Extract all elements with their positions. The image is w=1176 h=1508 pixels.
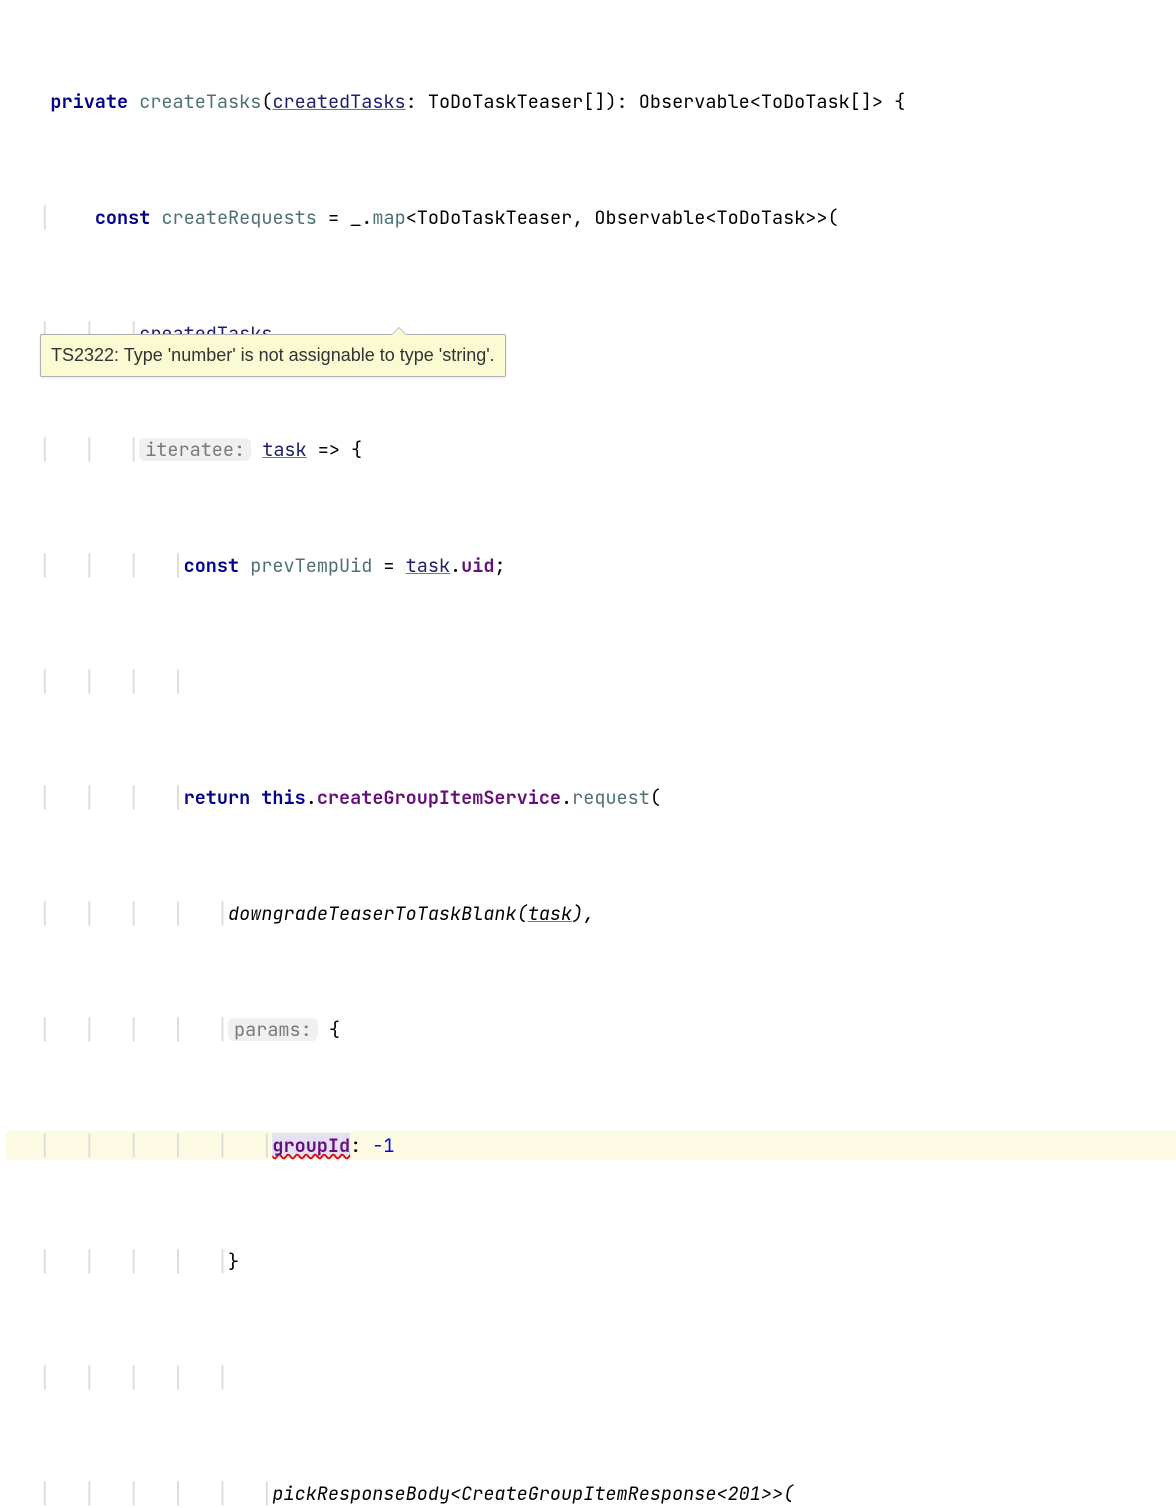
function-call: downgradeTeaserToTaskBlank — [228, 901, 517, 926]
keyword: return this — [184, 785, 306, 810]
lodash: _ — [350, 205, 361, 230]
arg: task — [528, 901, 572, 926]
dot: . — [361, 205, 372, 230]
code-line[interactable]: │ │ │ │ │ — [6, 1363, 1176, 1392]
code-line[interactable]: │ │ │iteratee: task => { — [6, 435, 1176, 464]
dot: . — [561, 785, 572, 810]
property: createGroupItemService — [317, 785, 561, 810]
code-line[interactable]: │ const createRequests = _.map<ToDoTaskT… — [6, 203, 1176, 232]
generic: <ToDoTaskTeaser, Observable<ToDoTask>>( — [406, 205, 839, 230]
operator: = — [317, 205, 350, 230]
method: request — [572, 785, 650, 810]
code-line[interactable]: │ │ │ │return this.createGroupItemServic… — [6, 783, 1176, 812]
number-literal: -1 — [372, 1133, 394, 1158]
param-name: createdTasks — [272, 89, 405, 114]
obj: task — [406, 553, 450, 578]
code-line[interactable]: │ │ │ │ │} — [6, 1247, 1176, 1276]
brace: } — [228, 1249, 239, 1274]
operator: = — [372, 553, 405, 578]
method-name: createTasks — [139, 89, 261, 114]
code-line[interactable]: private createTasks(createdTasks: ToDoTa… — [6, 87, 1176, 116]
keyword: const — [95, 205, 151, 230]
return-type: Observable<ToDoTask[]> — [639, 89, 883, 114]
dot: . — [306, 785, 317, 810]
keyword: const — [184, 553, 240, 578]
type: ToDoTaskTeaser[] — [428, 89, 606, 114]
generic: <CreateGroupItemResponse< — [450, 1481, 728, 1506]
function-call: pickResponseBody — [272, 1481, 450, 1506]
dot: . — [450, 553, 461, 578]
error-tooltip: TS2322: Type 'number' is not assignable … — [40, 334, 506, 377]
method: map — [372, 205, 405, 230]
generic-close: >>( — [761, 1481, 794, 1506]
code-line[interactable]: │ │ │ │ — [6, 667, 1176, 696]
paren: ( — [261, 89, 272, 114]
arrow: => { — [307, 437, 363, 462]
paren: ( — [650, 785, 661, 810]
identifier: createRequests — [161, 205, 316, 230]
param-hint-params: params: — [228, 1018, 318, 1041]
lambda-param: task — [262, 437, 306, 462]
property: uid — [461, 553, 494, 578]
param-hint-iteratee: iteratee: — [139, 438, 251, 461]
tooltip-text: TS2322: Type 'number' is not assignable … — [51, 345, 495, 365]
semicolon: ; — [494, 553, 505, 578]
brace: { — [883, 89, 905, 114]
code-line[interactable]: │ │ │ │ │downgradeTeaserToTaskBlank(task… — [6, 899, 1176, 928]
code-line[interactable]: │ │ │ │ │ │pickResponseBody<CreateGroupI… — [6, 1479, 1176, 1508]
brace: { — [329, 1017, 340, 1042]
colon: : — [350, 1133, 372, 1158]
code-editor[interactable]: private createTasks(createdTasks: ToDoTa… — [0, 0, 1176, 1508]
keyword: private — [50, 89, 128, 114]
identifier: prevTempUid — [239, 553, 372, 578]
number-literal: 201 — [728, 1481, 761, 1506]
paren: ( — [517, 901, 528, 926]
colon: : — [406, 89, 428, 114]
error-property[interactable]: groupId — [272, 1133, 350, 1158]
paren: ), — [572, 901, 594, 926]
code-line-error[interactable]: │ │ │ │ │ │groupId: -1 — [6, 1131, 1176, 1160]
code-line[interactable]: │ │ │ │const prevTempUid = task.uid; — [6, 551, 1176, 580]
code-line[interactable]: │ │ │ │ │params: { — [6, 1015, 1176, 1044]
colon: ): — [605, 89, 638, 114]
